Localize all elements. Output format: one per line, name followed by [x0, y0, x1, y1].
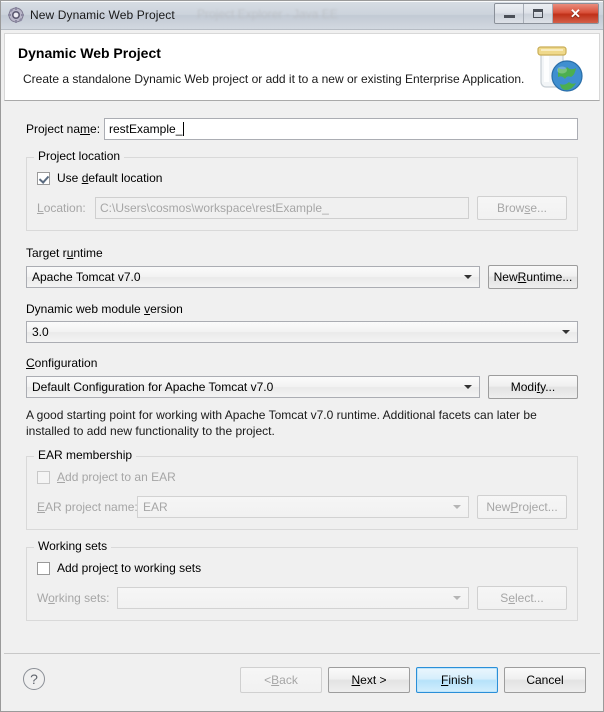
location-label: Location:: [37, 201, 86, 215]
location-input: C:\Users\cosmos\workspace\restExample_: [95, 197, 469, 219]
browse-button: Brow s e...: [477, 196, 567, 220]
add-to-working-sets-checkbox[interactable]: [37, 561, 50, 575]
use-default-location-row[interactable]: Use default location: [37, 171, 567, 185]
configuration-section: Configuration Default Configuration for …: [26, 356, 578, 439]
select-button: Se lect...: [477, 586, 567, 610]
window-title: New Dynamic Web Project: [30, 8, 175, 22]
chevron-down-icon: [453, 596, 461, 600]
module-version-section: Dynamic web module version 3.0: [26, 302, 578, 343]
add-to-working-sets-label: Add project to working sets: [57, 561, 202, 575]
ear-project-name-combo: EAR: [137, 496, 469, 518]
project-location-group-title: Project location: [34, 149, 125, 163]
wizard-gear-icon: [8, 7, 24, 23]
configuration-combo[interactable]: Default Configuration for Apache Tomcat …: [26, 376, 480, 398]
close-icon: ✕: [570, 6, 581, 21]
target-runtime-section: Target runtime Apache Tomcat v7.0 New Ru…: [26, 246, 578, 289]
add-to-ear-checkbox: [37, 470, 50, 484]
title-bar: New Dynamic Web Project Project Explorer…: [1, 1, 603, 30]
chevron-down-icon: [453, 505, 461, 509]
minimize-button[interactable]: [495, 4, 524, 23]
target-runtime-label: Target runtime: [26, 246, 103, 260]
ear-membership-group: EAR membership Add project to an EAR EAR…: [26, 448, 578, 530]
modify-button[interactable]: Modi f y...: [488, 375, 578, 399]
module-version-label: Dynamic web module version: [26, 302, 183, 316]
working-sets-group: Working sets Add project to working sets…: [26, 539, 578, 621]
use-default-location-checkbox[interactable]: [37, 171, 50, 185]
dialog-button-bar: ? < Back Next > Finish Cancel: [4, 653, 600, 708]
page-description: Create a standalone Dynamic Web project …: [23, 72, 525, 86]
help-icon[interactable]: ?: [23, 668, 45, 690]
project-name-row: Project name: restExample_: [26, 118, 578, 140]
add-to-working-sets-row[interactable]: Add project to working sets: [37, 561, 567, 575]
next-button[interactable]: Next >: [328, 667, 410, 693]
close-button[interactable]: ✕: [553, 4, 598, 23]
use-default-location-label: Use default location: [57, 171, 163, 185]
ear-membership-group-title: EAR membership: [34, 448, 137, 462]
module-version-combo[interactable]: 3.0: [26, 321, 578, 343]
wizard-header: Dynamic Web Project Create a standalone …: [4, 33, 600, 101]
configuration-row: Default Configuration for Apache Tomcat …: [26, 375, 578, 399]
configuration-description: A good starting point for working with A…: [26, 408, 537, 438]
back-button: < Back: [240, 667, 322, 693]
chevron-down-icon: [562, 330, 570, 334]
working-sets-combo: [117, 587, 469, 609]
configuration-value: Default Configuration for Apache Tomcat …: [32, 380, 274, 394]
wizard-body: Project name: restExample_ Project locat…: [4, 101, 600, 653]
new-project-button: New Project...: [477, 495, 567, 519]
finish-button[interactable]: Finish: [416, 667, 498, 693]
dialog-window: New Dynamic Web Project Project Explorer…: [0, 0, 604, 712]
project-location-group: Project location Use default location Lo…: [26, 149, 578, 231]
page-title: Dynamic Web Project: [18, 45, 161, 61]
module-version-value: 3.0: [32, 325, 49, 339]
location-value: C:\Users\cosmos\workspace\restExample_: [100, 201, 329, 215]
ear-project-name-label: EAR project name:: [37, 500, 138, 514]
text-caret: [183, 122, 185, 136]
project-name-value: restExample_: [109, 122, 183, 136]
target-runtime-row: Apache Tomcat v7.0 New Runtime...: [26, 265, 578, 289]
target-runtime-value: Apache Tomcat v7.0: [32, 270, 141, 284]
ear-project-name-value: EAR: [143, 500, 168, 514]
ear-project-name-row: EAR project name: EAR New Project...: [37, 495, 567, 519]
new-runtime-button[interactable]: New Runtime...: [488, 265, 578, 289]
chevron-down-icon: [464, 275, 472, 279]
help-glyph: ?: [30, 671, 38, 687]
wizard-navigation-buttons: < Back Next > Finish Cancel: [240, 667, 586, 693]
window-controls: ✕: [494, 3, 599, 24]
project-name-label: Project name:: [26, 122, 101, 136]
cancel-button[interactable]: Cancel: [504, 667, 586, 693]
add-to-ear-label: Add project to an EAR: [57, 470, 176, 484]
jar-globe-icon: [525, 38, 587, 98]
target-runtime-combo[interactable]: Apache Tomcat v7.0: [26, 266, 480, 288]
working-sets-label: Working sets:: [37, 591, 110, 605]
working-sets-row: Working sets: Se lect...: [37, 586, 567, 610]
maximize-button[interactable]: [524, 4, 553, 23]
project-name-input[interactable]: restExample_: [104, 118, 578, 140]
configuration-label: Configuration: [26, 356, 98, 370]
working-sets-group-title: Working sets: [34, 539, 112, 553]
chevron-down-icon: [464, 385, 472, 389]
location-row: Location: C:\Users\cosmos\workspace\rest…: [37, 196, 567, 220]
maximize-icon: [533, 9, 543, 18]
background-ghost-text: Project Explorer - Java EE: [197, 7, 338, 21]
minimize-icon: [503, 15, 515, 18]
add-to-ear-row: Add project to an EAR: [37, 470, 567, 484]
